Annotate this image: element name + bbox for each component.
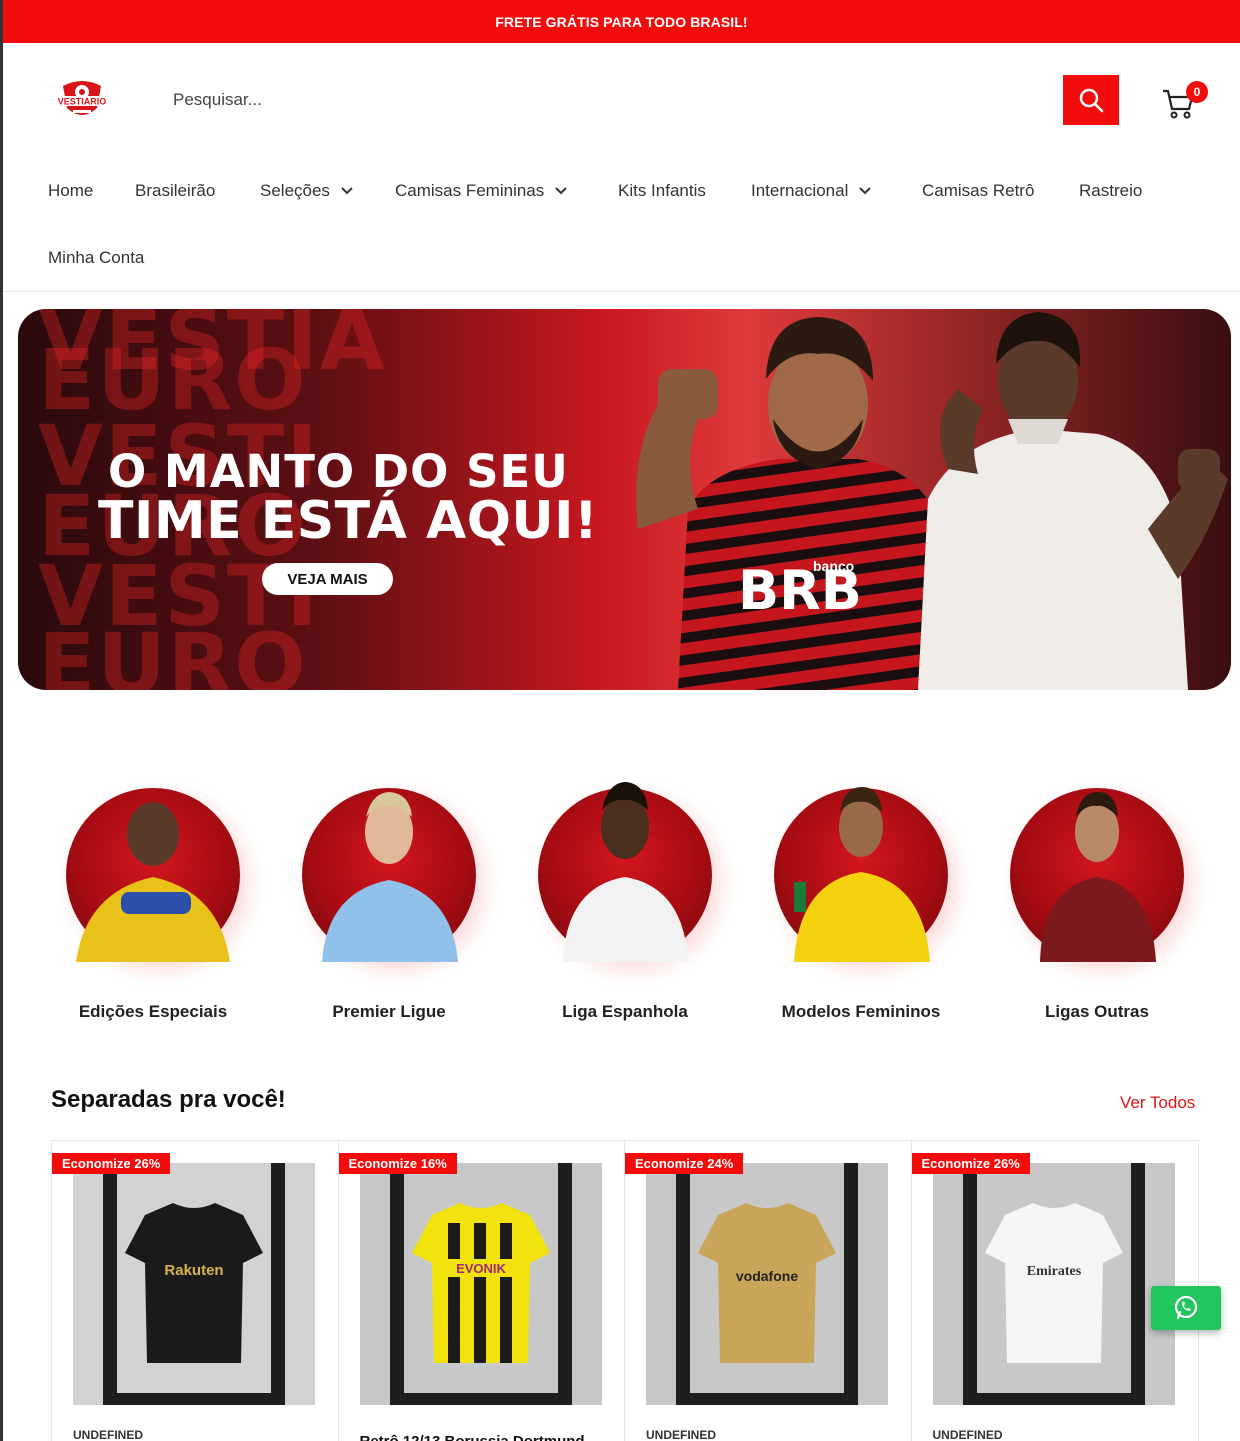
product-vendor: UNDEFINED [932,1428,1003,1441]
nav-item-rastreio[interactable]: Rastreio [1079,181,1142,201]
product-title: Retrô 12/13 Borussia Dortmund [360,1433,585,1441]
logo-text: VESTIARIO [58,97,107,107]
jersey-image: Rakuten [73,1163,315,1405]
product-card[interactable]: Economize 16% EVONIK Retrô 12/13 Borussi… [338,1141,625,1441]
player-figure-icon [794,787,930,962]
whatsapp-button[interactable] [1151,1286,1221,1330]
hero-banner[interactable]: VESTIÁ EURO VESTI EURO VESTI EURO O MANT… [18,309,1231,690]
product-card[interactable]: Economize 26% Rakuten UNDEFINED [52,1141,339,1441]
player-figure-icon [563,782,688,962]
player-figure-icon [76,802,230,962]
jersey-print: Rakuten [164,1262,223,1279]
section-title: Separadas pra você! [51,1086,286,1113]
product-image: Rakuten [73,1163,315,1405]
jersey-image: vodafone [646,1163,888,1405]
cart-button[interactable]: 0 [1161,81,1211,121]
nav-item-minha-conta[interactable]: Minha Conta [48,248,144,268]
banner-headline-2: TIME ESTÁ AQUI! [98,491,599,551]
banner-bg-word: EURO [38,615,308,690]
announcement-text: FRETE GRÁTIS PARA TODO BRASIL! [495,13,748,30]
whatsapp-icon [1174,1295,1198,1320]
search-input[interactable] [153,75,1065,125]
chevron-down-icon [341,187,353,195]
banner-sponsor-small-text: banco [813,558,854,574]
nav-item-kits-infantis[interactable]: Kits Infantis [618,181,706,201]
category-ligas-outras[interactable]: Ligas Outras [997,770,1197,1022]
category-liga-espanhola[interactable]: Liga Espanhola [525,770,725,1022]
cart-count-badge: 0 [1186,81,1208,103]
player-figure-icon [1040,792,1156,962]
player-figure-icon [322,792,458,962]
discount-badge: Economize 26% [911,1153,1030,1174]
category-image [66,788,240,962]
product-image: Emirates [932,1163,1175,1405]
product-vendor: UNDEFINED [646,1428,717,1441]
veja-mais-button[interactable]: VEJA MAIS [262,563,393,595]
search-button[interactable] [1063,75,1119,125]
category-premier-league[interactable]: Premier Ligue [289,770,489,1022]
search-icon [1079,88,1104,113]
product-grid: Economize 26% Rakuten UNDEFINED Economiz… [51,1140,1199,1441]
nav-item-selecoes[interactable]: Seleções [260,181,354,201]
nav-item-camisas-retro[interactable]: Camisas Retrô [922,181,1034,201]
view-all-link[interactable]: Ver Todos [1120,1093,1195,1113]
chevron-down-icon [555,187,567,195]
category-label: Ligas Outras [1045,1002,1149,1021]
discount-badge: Economize 16% [338,1153,457,1174]
jersey-print: vodafone [736,1268,798,1284]
nav-item-home[interactable]: Home [48,181,93,201]
jersey-image: Emirates [932,1163,1175,1405]
product-vendor: UNDEFINED [73,1428,144,1441]
category-image [538,782,712,962]
discount-badge: Economize 26% [52,1153,171,1174]
product-image: EVONIK [359,1163,602,1405]
nav-item-brasileirao[interactable]: Brasileirão [135,181,215,201]
jersey-image: EVONIK [359,1163,602,1405]
store-logo[interactable]: VESTIARIO [53,78,111,122]
category-label: Premier Ligue [332,1002,446,1021]
logo-shield-icon: VESTIARIO [55,81,109,115]
product-image: vodafone [646,1163,888,1405]
announcement-bar: FRETE GRÁTIS PARA TODO BRASIL! [3,0,1240,43]
category-label: Liga Espanhola [562,1002,688,1021]
jersey-print: Emirates [1026,1264,1081,1279]
discount-badge: Economize 24% [625,1153,744,1174]
jersey-print: EVONIK [456,1261,506,1276]
category-image [302,788,476,962]
category-edicoes-especiais[interactable]: Edições Especiais [53,770,253,1022]
product-card[interactable]: Economize 24% vodafone UNDEFINED [625,1141,912,1441]
category-image [1010,788,1184,962]
nav-item-internacional[interactable]: Internacional [751,181,872,201]
category-label: Edições Especiais [78,1002,228,1021]
player-image-real-madrid [918,312,1228,690]
main-nav: Home Brasileirão Seleções Camisas Femini… [3,157,1240,292]
chevron-down-icon [859,187,872,195]
search-bar [153,75,1119,125]
category-image [774,787,948,962]
nav-item-camisas-femininas[interactable]: Camisas Femininas [395,181,568,201]
category-modelos-femininos[interactable]: Modelos Femininos [761,770,961,1022]
category-label: Modelos Femininos [781,1002,941,1021]
header: VESTIARIO 0 [3,43,1240,157]
